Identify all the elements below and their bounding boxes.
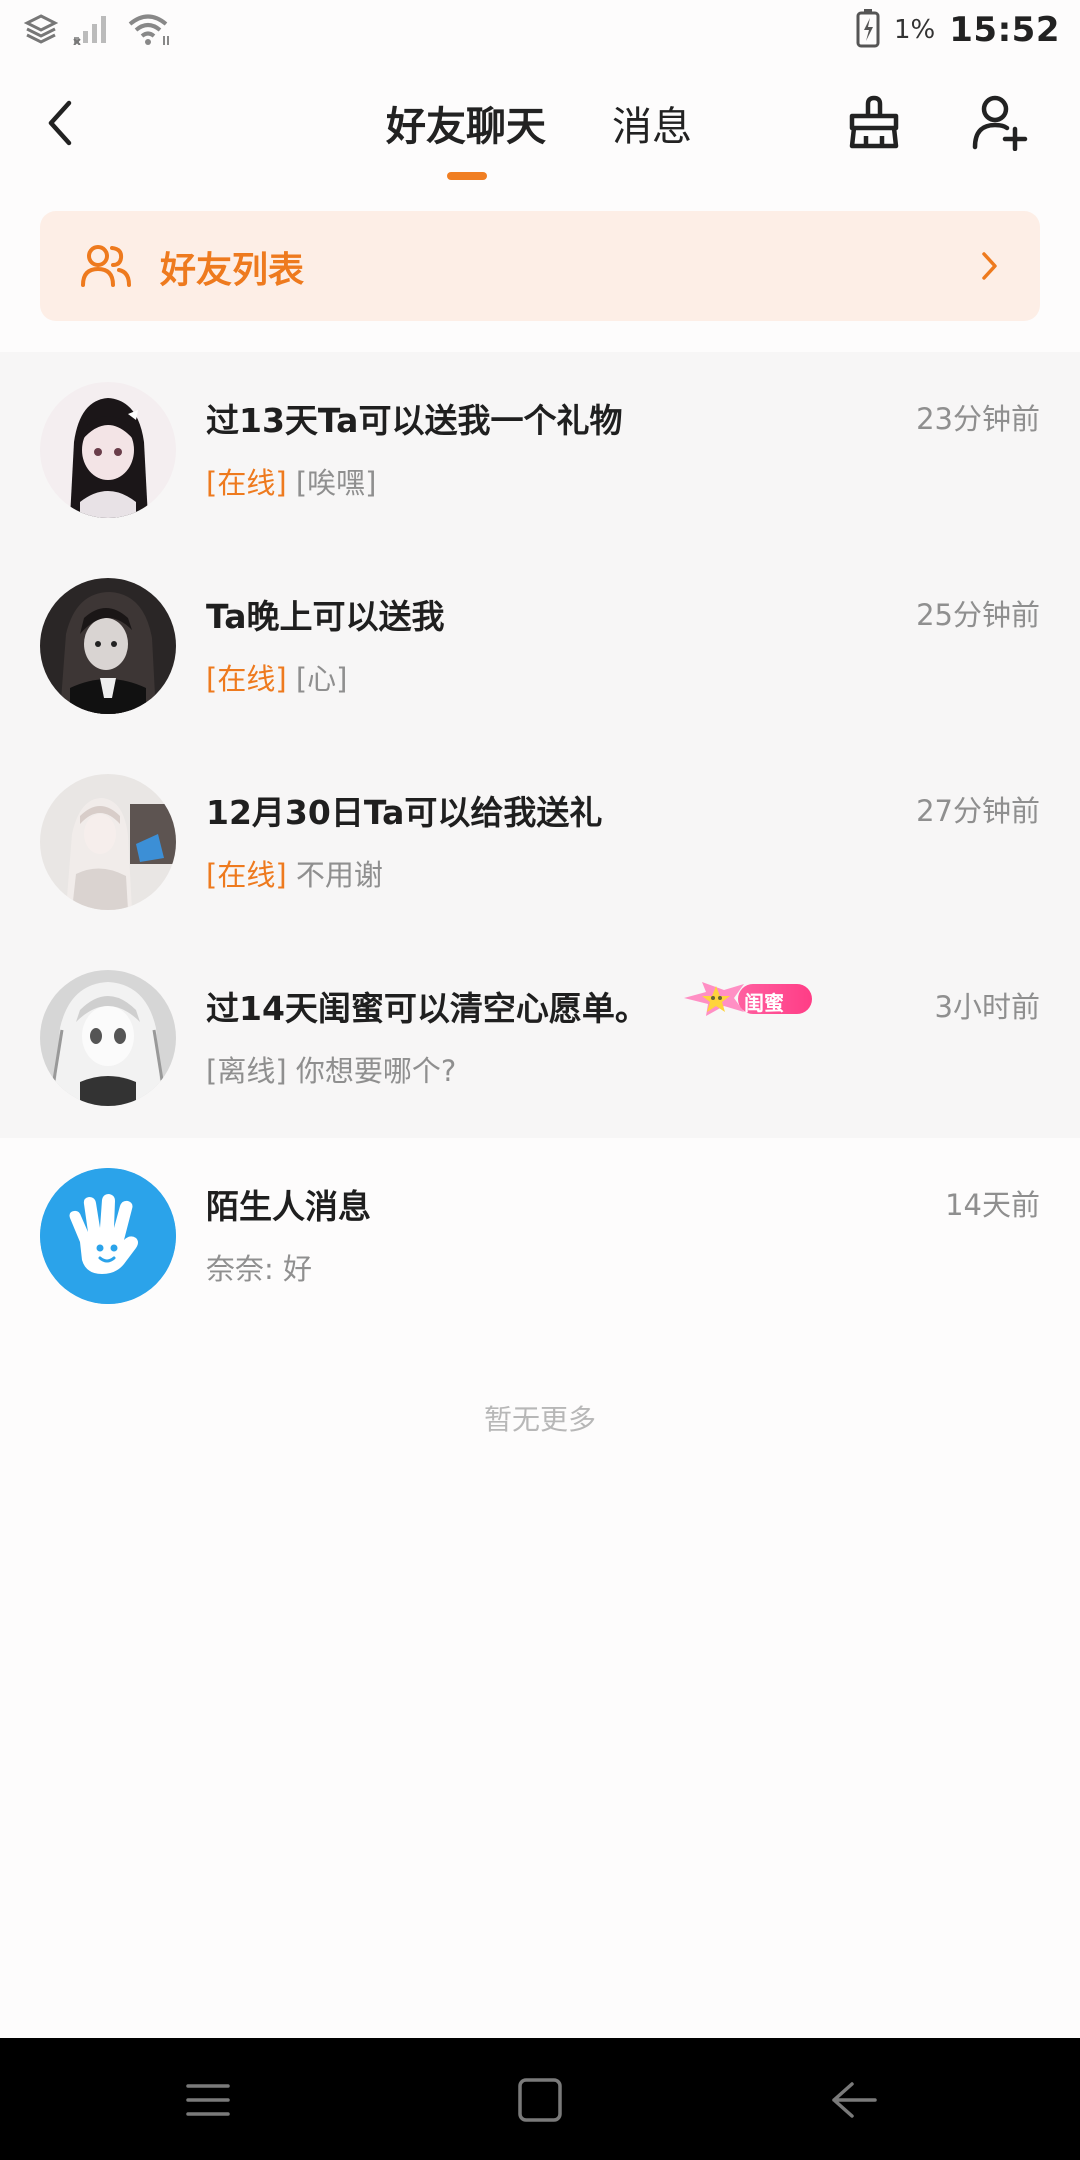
conversation-time: 27分钟前	[916, 794, 1040, 828]
last-message: [心]	[295, 662, 348, 696]
status-bar: 1% 15:52	[0, 0, 1080, 62]
menu-icon	[186, 2084, 230, 2116]
battery-percent: 1%	[894, 15, 936, 45]
sim-icon	[23, 13, 59, 49]
clean-button[interactable]	[842, 90, 906, 154]
signal-icon	[72, 13, 112, 49]
offline-status: [离线]	[206, 1054, 287, 1088]
conversation-title: 过13天Ta可以送我一个礼物	[206, 401, 623, 440]
conversation-time: 3小时前	[934, 990, 1040, 1024]
menu-button[interactable]	[180, 2072, 236, 2128]
system-nav-bar	[0, 2038, 1080, 2160]
bestie-badge: 闺蜜	[680, 978, 812, 1018]
avatar	[40, 774, 176, 910]
online-status: [在线]	[206, 662, 287, 696]
conversation-title: Ta晚上可以送我	[206, 597, 445, 636]
status-time: 15:52	[949, 10, 1060, 50]
waving-hand-icon	[40, 1168, 176, 1304]
stranger-last-message: 奈奈: 好	[206, 1252, 312, 1286]
chevron-right-icon	[982, 252, 997, 280]
conversation-title: 12月30日Ta可以给我送礼	[206, 793, 603, 832]
system-back-button[interactable]	[826, 2072, 882, 2128]
last-message: 不用谢	[295, 858, 383, 892]
conversation-time: 23分钟前	[916, 402, 1040, 436]
battery-icon	[856, 8, 880, 52]
badge-label: 闺蜜	[744, 991, 784, 1015]
avatar	[40, 382, 176, 518]
friend-conversation-list: 过13天Ta可以送我一个礼物 23分钟前 [在线] [唉嘿] Ta晚上可以送我 …	[0, 352, 1080, 1138]
tab-messages[interactable]: 消息	[612, 94, 692, 152]
friends-icon	[81, 245, 131, 287]
conversation-row[interactable]: 12月30日Ta可以给我送礼 27分钟前 [在线] 不用谢	[0, 744, 1080, 940]
conversation-title: 过14天闺蜜可以清空心愿单。	[206, 989, 648, 1028]
last-message: [唉嘿]	[295, 466, 377, 500]
add-friend-button[interactable]	[968, 90, 1032, 154]
conversation-preview-line: [离线] 你想要哪个?	[206, 1048, 456, 1090]
home-button[interactable]	[512, 2072, 568, 2128]
friends-list-label: 好友列表	[160, 250, 305, 291]
conversation-row[interactable]: 过13天Ta可以送我一个礼物 23分钟前 [在线] [唉嘿]	[0, 352, 1080, 548]
back-arrow-icon	[48, 100, 72, 146]
add-user-icon	[972, 95, 1028, 151]
online-status: [在线]	[206, 466, 287, 500]
back-button[interactable]	[38, 96, 82, 150]
broom-icon	[849, 95, 899, 149]
avatar	[40, 578, 176, 714]
conversation-row[interactable]: Ta晚上可以送我 25分钟前 [在线] [心]	[0, 548, 1080, 744]
stranger-time: 14天前	[945, 1188, 1040, 1222]
conversation-time: 25分钟前	[916, 598, 1040, 632]
tab-friend-chat[interactable]: 好友聊天	[386, 94, 546, 152]
no-more-text: 暂无更多	[483, 1403, 596, 1436]
conversation-preview-line: [在线] 不用谢	[206, 852, 383, 894]
stranger-avatar	[40, 1168, 176, 1304]
active-tab-indicator	[447, 172, 487, 180]
home-square-icon	[518, 2078, 562, 2122]
conversation-preview-line: [在线] [心]	[206, 656, 348, 698]
last-message: 你想要哪个?	[295, 1054, 457, 1088]
header: 好友聊天 消息	[0, 62, 1080, 192]
avatar	[40, 970, 176, 1106]
conversation-row[interactable]: 过14天闺蜜可以清空心愿单。 闺蜜 3小时前 [离线] 你想要哪个?	[0, 940, 1080, 1136]
back-icon	[832, 2082, 877, 2118]
stranger-title: 陌生人消息	[206, 1187, 371, 1226]
online-status: [在线]	[206, 858, 287, 892]
wifi-icon	[126, 12, 172, 50]
friends-list-banner[interactable]: 好友列表	[40, 211, 1040, 321]
stranger-messages-row[interactable]: 陌生人消息 14天前 奈奈: 好	[0, 1138, 1080, 1334]
conversation-preview-line: [在线] [唉嘿]	[206, 460, 377, 502]
